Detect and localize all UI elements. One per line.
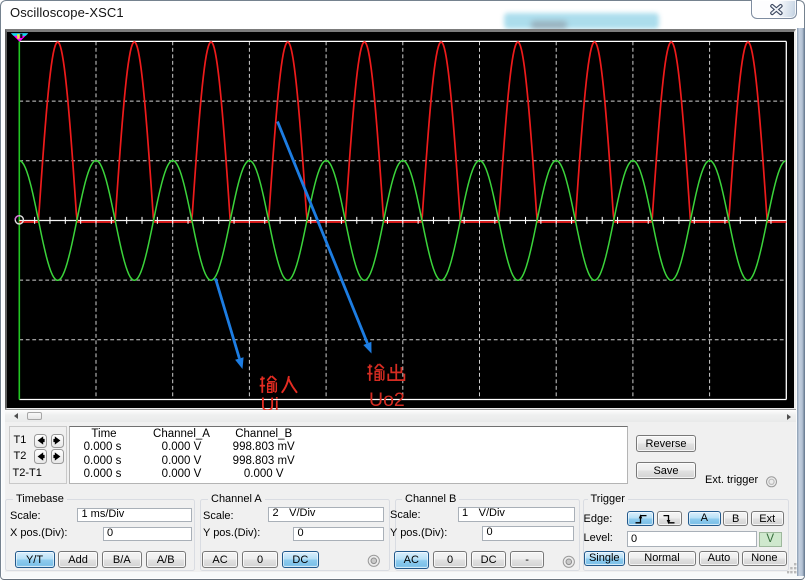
svg-text:Ui: Ui (261, 394, 279, 410)
svg-text:Uo2: Uo2 (369, 389, 405, 410)
